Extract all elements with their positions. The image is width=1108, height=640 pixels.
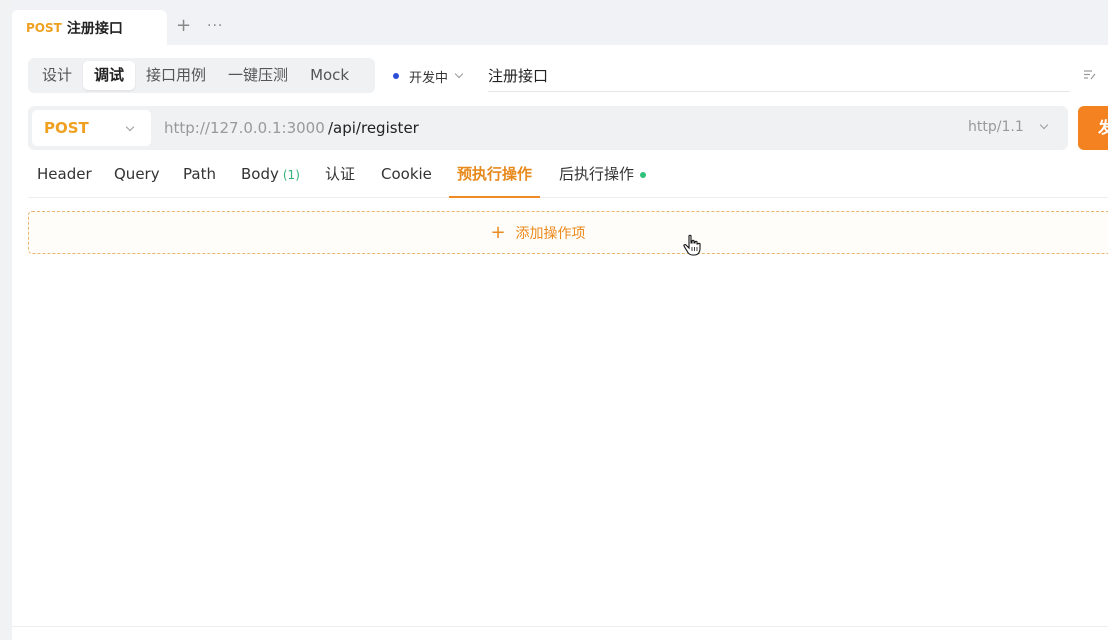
status-label: 开发中 (409, 67, 448, 86)
status-dot-icon (393, 73, 399, 79)
request-tabs: Header Query Path Body (1) 认证 Cookie 预执行操… (28, 154, 1108, 198)
send-button[interactable]: 发 (1078, 106, 1108, 150)
doc-tab-title: 注册接口 (67, 18, 123, 38)
left-sidebar-edge (0, 0, 12, 640)
method-select[interactable]: POST (32, 110, 151, 146)
tab-pre-operations[interactable]: 预执行操作 (457, 154, 532, 197)
base-url: http://127.0.0.1:3000 (164, 119, 325, 137)
status-dropdown[interactable]: 开发中 (393, 66, 462, 86)
path-input[interactable] (328, 112, 928, 144)
chevron-down-icon (126, 123, 134, 131)
add-operation-button[interactable]: + 添加操作项 (28, 211, 1108, 254)
add-tab-icon[interactable]: + (176, 16, 191, 36)
more-tabs-icon[interactable]: ··· (207, 16, 223, 36)
indicator-dot-icon (640, 172, 646, 178)
tab-post-label: 后执行操作 (559, 165, 634, 183)
mode-cases[interactable]: 接口用例 (135, 61, 217, 90)
tab-auth[interactable]: 认证 (325, 154, 355, 197)
api-name-input[interactable] (488, 60, 1070, 92)
body-count-badge: (1) (283, 168, 300, 182)
protocol-select[interactable]: http/1.1 (968, 119, 1024, 135)
tab-body-label: Body (241, 165, 279, 183)
bottom-divider (12, 626, 1108, 627)
hand-pointer-icon (683, 234, 701, 256)
chevron-down-icon[interactable] (1040, 121, 1048, 129)
method-label: POST (44, 119, 89, 137)
tab-post-operations[interactable]: 后执行操作 (559, 154, 646, 197)
mode-switcher: 设计 调试 接口用例 一键压测 Mock (28, 58, 375, 93)
mode-debug[interactable]: 调试 (83, 61, 135, 90)
doc-tab-method: POST (26, 21, 62, 35)
url-bar: POST http://127.0.0.1:3000 http/1.1 (28, 106, 1068, 150)
tab-path[interactable]: Path (183, 154, 216, 197)
mode-stress-test[interactable]: 一键压测 (217, 61, 299, 90)
document-tab-bar: POST 注册接口 + ··· (12, 0, 1108, 45)
plus-icon: + (490, 224, 505, 242)
doc-tab-register[interactable]: POST 注册接口 (12, 10, 167, 45)
chevron-down-icon (455, 70, 463, 78)
mode-mock[interactable]: Mock (299, 61, 360, 90)
edit-lines-icon[interactable] (1083, 68, 1097, 82)
tab-header[interactable]: Header (37, 154, 92, 197)
add-operation-label: 添加操作项 (516, 223, 586, 243)
tab-query[interactable]: Query (114, 154, 160, 197)
tab-body[interactable]: Body (1) (241, 154, 300, 197)
mode-design[interactable]: 设计 (31, 61, 83, 90)
tab-cookie[interactable]: Cookie (381, 154, 432, 197)
